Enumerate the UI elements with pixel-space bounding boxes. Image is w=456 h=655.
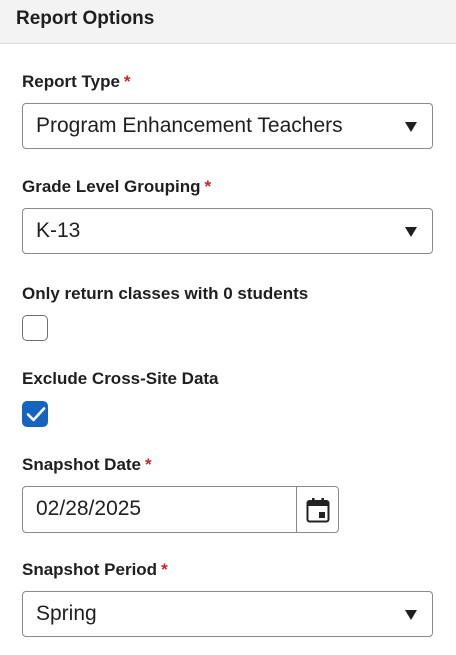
snapshot-date-input[interactable]: 02/28/2025: [22, 486, 339, 533]
snapshot-period-value: Spring: [36, 602, 97, 625]
report-type-value: Program Enhancement Teachers: [36, 114, 343, 137]
snapshot-date-value: 02/28/2025: [36, 497, 142, 520]
snapshot-period-select[interactable]: Spring: [22, 591, 433, 637]
only-zero-students-label: Only return classes with 0 students: [22, 284, 309, 303]
checkmark-icon: [26, 407, 46, 422]
snapshot-period-label-text: Snapshot Period: [22, 560, 158, 579]
report-type-label: Report Type *: [22, 72, 131, 92]
chevron-down-icon: [405, 227, 417, 237]
header-title: Report Options: [16, 8, 155, 29]
chevron-down-icon: [405, 122, 417, 132]
report-type-label-text: Report Type: [22, 72, 120, 91]
exclude-cross-site-checkbox[interactable]: [22, 401, 48, 427]
required-indicator: *: [145, 455, 152, 474]
grade-level-grouping-label-text: Grade Level Grouping: [22, 177, 201, 196]
snapshot-period-label: Snapshot Period *: [22, 560, 168, 580]
required-indicator: *: [161, 560, 168, 579]
report-options-header: Report Options: [0, 0, 456, 44]
report-type-select[interactable]: Program Enhancement Teachers: [22, 103, 433, 149]
calendar-icon: [306, 498, 330, 523]
chevron-down-icon: [405, 610, 417, 620]
snapshot-date-label: Snapshot Date *: [22, 455, 152, 475]
only-zero-students-checkbox[interactable]: [22, 315, 48, 341]
required-indicator: *: [204, 177, 212, 196]
snapshot-date-label-text: Snapshot Date: [22, 455, 142, 474]
required-indicator: *: [123, 72, 131, 91]
grade-level-grouping-label: Grade Level Grouping *: [22, 177, 211, 197]
grade-level-grouping-select[interactable]: K-13: [22, 208, 433, 254]
exclude-cross-site-label: Exclude Cross-Site Data: [22, 369, 219, 388]
grade-level-grouping-value: K-13: [36, 219, 81, 242]
date-picker-button[interactable]: [296, 487, 338, 532]
